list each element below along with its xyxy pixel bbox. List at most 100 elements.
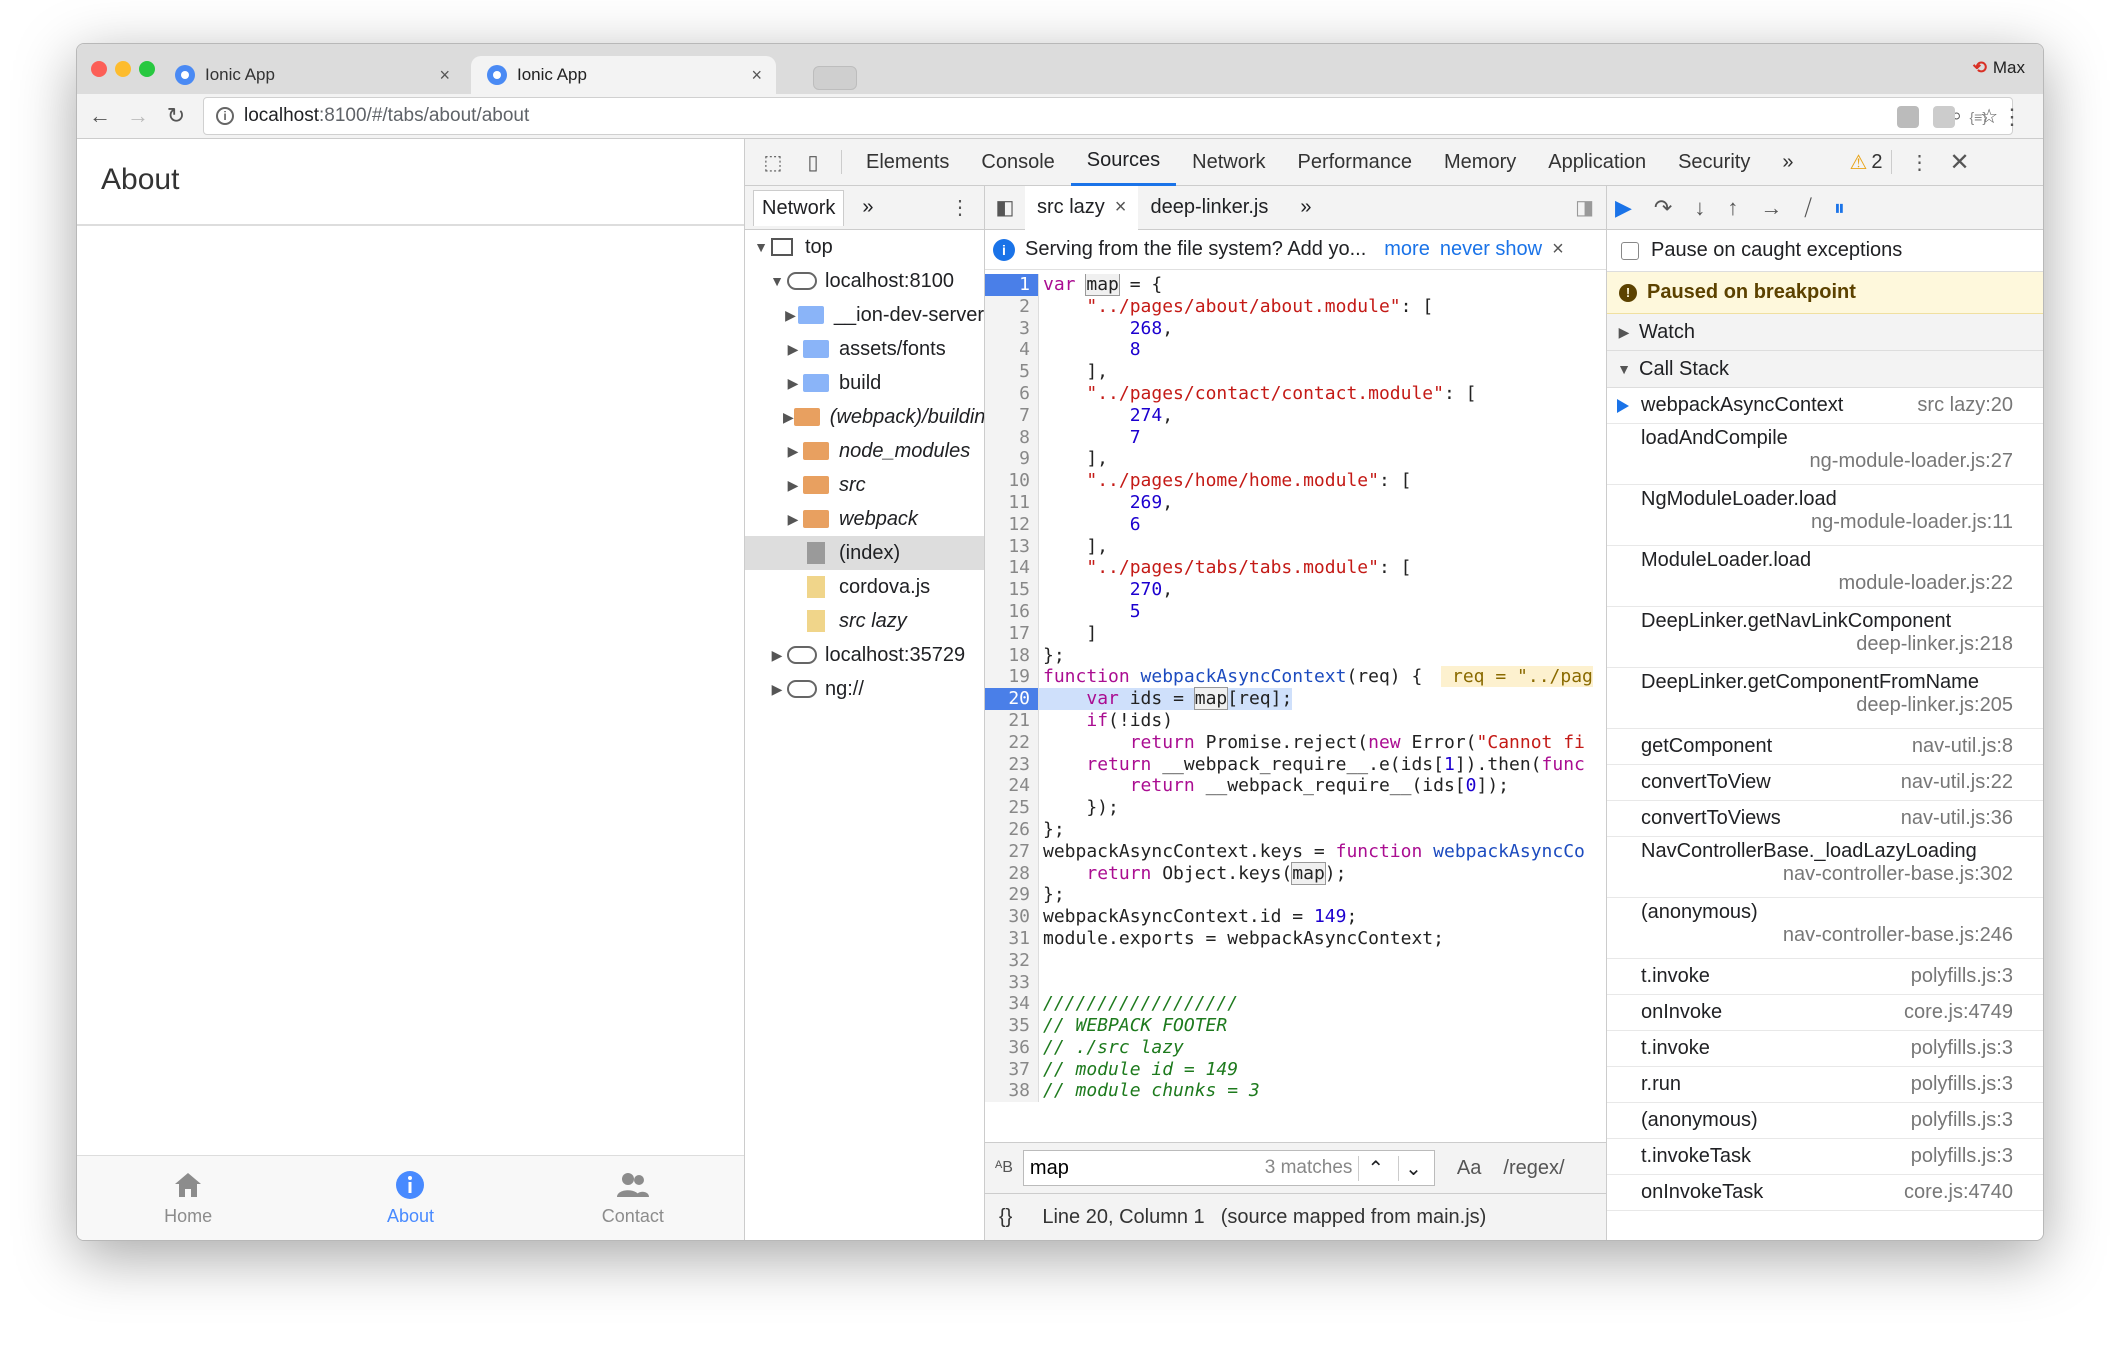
frame-location[interactable]: polyfills.js:3 bbox=[1911, 965, 2013, 988]
extension-icon[interactable]: {≡} bbox=[1969, 109, 1987, 125]
expand-arrow-icon[interactable]: ▶ bbox=[767, 681, 787, 698]
step-over-icon[interactable]: ↷ bbox=[1654, 195, 1672, 221]
tree-item[interactable]: ▶ build bbox=[745, 366, 984, 400]
line-number[interactable]: 18 bbox=[985, 644, 1039, 667]
device-toolbar-icon[interactable]: ▯ bbox=[793, 150, 833, 175]
replace-toggle-icon[interactable]: ᴬB bbox=[995, 1159, 1013, 1177]
next-match-icon[interactable]: ⌄ bbox=[1398, 1155, 1428, 1181]
browser-tab-1[interactable]: Ionic App × bbox=[159, 56, 464, 94]
call-frame[interactable]: onInvokeTask core.js:4740 bbox=[1607, 1175, 2043, 1211]
site-info-icon[interactable]: i bbox=[216, 107, 234, 125]
expand-arrow-icon[interactable]: ▶ bbox=[767, 647, 787, 664]
tab-application[interactable]: Application bbox=[1532, 139, 1662, 186]
reload-icon[interactable]: ↻ bbox=[157, 103, 195, 129]
infobar-more-link[interactable]: more bbox=[1384, 238, 1430, 261]
call-frame[interactable]: NavControllerBase._loadLazyLoading nav-co… bbox=[1607, 837, 2043, 898]
line-number[interactable]: 19 bbox=[985, 666, 1039, 689]
watch-section-header[interactable]: ▶ Watch bbox=[1607, 314, 2043, 351]
tab-console[interactable]: Console bbox=[965, 139, 1070, 186]
tree-item[interactable]: src lazy bbox=[745, 604, 984, 638]
line-number[interactable]: 10 bbox=[985, 470, 1039, 492]
forward-arrow-icon[interactable]: → bbox=[119, 103, 157, 129]
line-number[interactable]: 15 bbox=[985, 579, 1039, 601]
expand-arrow-icon[interactable]: ▶ bbox=[783, 375, 803, 392]
line-number[interactable]: 25 bbox=[985, 797, 1039, 819]
extension-icon[interactable] bbox=[1933, 106, 1956, 128]
line-number[interactable]: 31 bbox=[985, 927, 1039, 950]
step-out-icon[interactable]: ↑ bbox=[1727, 195, 1738, 221]
line-number[interactable]: 13 bbox=[985, 535, 1039, 558]
more-tabs-icon[interactable]: » bbox=[862, 196, 873, 219]
breakpoint-marker[interactable]: 1 bbox=[985, 274, 1039, 296]
code-view[interactable]: 1 var map = {2 "../pages/about/about.modu… bbox=[985, 274, 1606, 1142]
warnings-badge[interactable]: ⚠ 2 bbox=[1849, 150, 1882, 175]
call-frame[interactable]: convertToViews nav-util.js:36 bbox=[1607, 801, 2043, 837]
browser-tab-2[interactable]: Ionic App × bbox=[471, 56, 776, 94]
pause-caught-checkbox[interactable] bbox=[1621, 241, 1639, 260]
collapse-arrow-icon[interactable]: ▼ bbox=[751, 239, 771, 255]
call-frame[interactable]: loadAndCompile ng-module-loader.js:27 bbox=[1607, 424, 2043, 485]
toggle-navigator-icon[interactable]: ◧ bbox=[985, 195, 1025, 220]
call-frame[interactable]: getComponent nav-util.js:8 bbox=[1607, 729, 2043, 765]
tree-item[interactable]: ▶ ng:// bbox=[745, 672, 984, 706]
tab-close-icon[interactable]: × bbox=[439, 65, 450, 86]
close-window-button[interactable] bbox=[91, 61, 107, 77]
line-number[interactable]: 29 bbox=[985, 884, 1039, 907]
line-number[interactable]: 35 bbox=[985, 1015, 1039, 1037]
line-number[interactable]: 30 bbox=[985, 906, 1039, 928]
line-number[interactable]: 22 bbox=[985, 731, 1039, 754]
line-number[interactable]: 17 bbox=[985, 622, 1039, 645]
line-number[interactable]: 37 bbox=[985, 1058, 1039, 1081]
tree-item[interactable]: ▶ (webpack)/buildin bbox=[745, 400, 984, 434]
tab-home[interactable]: Home bbox=[77, 1156, 299, 1240]
navigator-menu-icon[interactable]: ⋮ bbox=[950, 195, 970, 220]
back-arrow-icon[interactable]: ← bbox=[81, 103, 119, 129]
frame-location[interactable]: nav-controller-base.js:302 bbox=[1641, 863, 2013, 886]
infobar-never-show-link[interactable]: never show bbox=[1440, 238, 1542, 261]
pause-on-exceptions-icon[interactable]: ⏸ bbox=[1834, 195, 1845, 221]
call-frame[interactable]: onInvoke core.js:4749 bbox=[1607, 995, 2043, 1031]
line-number[interactable]: 16 bbox=[985, 600, 1039, 623]
deactivate-breakpoints-icon[interactable]: ⧸ bbox=[1804, 195, 1811, 221]
line-number[interactable]: 27 bbox=[985, 840, 1039, 863]
line-number[interactable]: 33 bbox=[985, 971, 1039, 994]
frame-location[interactable]: ng-module-loader.js:27 bbox=[1641, 450, 2013, 473]
call-frame[interactable]: t.invokeTask polyfills.js:3 bbox=[1607, 1139, 2043, 1175]
expand-arrow-icon[interactable]: ▶ bbox=[783, 443, 803, 460]
frame-location[interactable]: polyfills.js:3 bbox=[1911, 1073, 2013, 1096]
call-frame[interactable]: r.run polyfills.js:3 bbox=[1607, 1067, 2043, 1103]
tree-item[interactable]: ▶ src bbox=[745, 468, 984, 502]
frame-location[interactable]: nav-util.js:8 bbox=[1912, 735, 2013, 758]
tab-performance[interactable]: Performance bbox=[1282, 139, 1429, 186]
call-frame[interactable]: ModuleLoader.load module-loader.js:22 bbox=[1607, 546, 2043, 607]
frame-location[interactable]: core.js:4749 bbox=[1904, 1001, 2013, 1024]
line-number[interactable]: 7 bbox=[985, 404, 1039, 427]
line-number[interactable]: 8 bbox=[985, 426, 1039, 449]
line-number[interactable]: 28 bbox=[985, 862, 1039, 885]
line-number[interactable]: 23 bbox=[985, 753, 1039, 776]
match-case-button[interactable]: Aa bbox=[1457, 1157, 1481, 1180]
tab-memory[interactable]: Memory bbox=[1428, 139, 1532, 186]
tab-close-icon[interactable]: × bbox=[751, 65, 762, 86]
step-into-icon[interactable]: ↓ bbox=[1694, 195, 1705, 221]
expand-arrow-icon[interactable]: ▶ bbox=[783, 477, 803, 494]
editor-tab-deep-linker[interactable]: deep-linker.js bbox=[1138, 186, 1280, 230]
tab-network[interactable]: Network bbox=[753, 189, 845, 226]
line-number[interactable]: 6 bbox=[985, 382, 1039, 405]
expand-arrow-icon[interactable]: ▶ bbox=[783, 511, 803, 528]
tab-elements[interactable]: Elements bbox=[850, 139, 965, 186]
callstack-section-header[interactable]: ▼ Call Stack bbox=[1607, 351, 2043, 388]
frame-location[interactable]: ng-module-loader.js:11 bbox=[1641, 511, 2013, 534]
tab-contact[interactable]: Contact bbox=[522, 1156, 744, 1240]
address-bar[interactable]: i localhost:8100/#/tabs/about/about ⌕ ☆ bbox=[203, 97, 2013, 135]
extension-icon[interactable] bbox=[1897, 106, 1920, 128]
tree-item[interactable]: ▶ webpack bbox=[745, 502, 984, 536]
line-number[interactable]: 21 bbox=[985, 709, 1039, 732]
line-number[interactable]: 38 bbox=[985, 1080, 1039, 1103]
menu-kebab-icon[interactable]: ⋮ bbox=[2001, 104, 2023, 130]
call-frame[interactable]: t.invoke polyfills.js:3 bbox=[1607, 1031, 2043, 1067]
line-number[interactable]: 32 bbox=[985, 949, 1039, 972]
tree-item[interactable]: ▶ assets/fonts bbox=[745, 332, 984, 366]
previous-match-icon[interactable]: ⌃ bbox=[1358, 1155, 1392, 1181]
line-number[interactable]: 11 bbox=[985, 491, 1039, 514]
